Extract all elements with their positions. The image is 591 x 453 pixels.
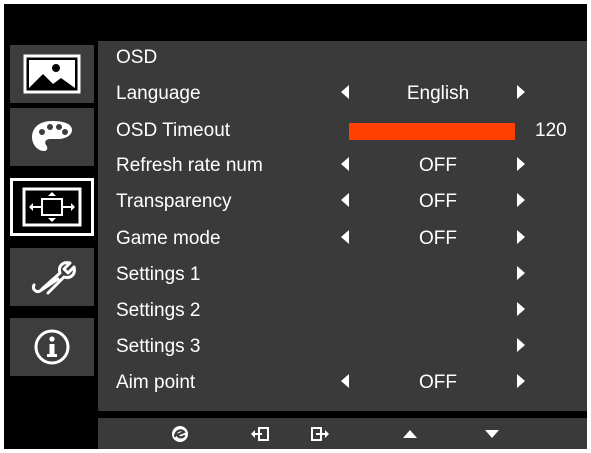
picture-icon [23,54,81,94]
row-settings-1[interactable]: Settings 1 [98,258,587,292]
row-aim-point[interactable]: Aim point OFF [98,366,587,400]
refresh-rate-value: OFF [419,155,457,176]
transparency-right-arrow-icon[interactable] [517,193,525,207]
function-key-bar [98,418,587,449]
refresh-rate-left-arrow-icon[interactable] [341,157,349,171]
game-mode-right-arrow-icon[interactable] [517,230,525,244]
palette-icon [32,121,72,151]
down-icon [485,430,499,438]
game-mode-value: OFF [419,228,457,249]
osd-timeout-slider[interactable] [349,123,515,140]
row-osd-timeout[interactable]: OSD Timeout 120 [98,114,587,148]
tab-osd[interactable] [10,178,94,236]
up-button[interactable] [398,423,422,445]
row-settings-3[interactable]: Settings 3 [98,330,587,364]
settings-1-right-arrow-icon[interactable] [517,266,525,280]
settings-2-right-arrow-icon[interactable] [517,302,525,316]
transparency-value: OFF [419,191,457,212]
tab-settings[interactable] [10,248,94,306]
monitor-osd-screen: OSD Language English OSD Timeout 120 Ref… [0,0,591,453]
menu-title-row: OSD [98,41,587,75]
menu-title: OSD [116,47,158,68]
empowering-button[interactable] [168,423,192,445]
osd-settings-icon [22,187,82,227]
settings-3-label: Settings 3 [116,336,201,357]
osd-timeout-slider-fill [349,123,515,140]
aim-point-left-arrow-icon[interactable] [341,374,349,388]
aim-point-label: Aim point [116,372,196,393]
game-mode-label: Game mode [116,228,221,249]
row-language[interactable]: Language English [98,77,587,111]
exit-button[interactable] [248,423,272,445]
osd-timeout-value: 120 [535,120,567,141]
osd-menu-panel: OSD Language English OSD Timeout 120 Ref… [98,41,587,411]
wrench-icon [32,261,76,295]
row-settings-2[interactable]: Settings 2 [98,294,587,328]
refresh-rate-right-arrow-icon[interactable] [517,157,525,171]
exit-icon [251,427,269,441]
language-label: Language [116,83,201,104]
tab-picture[interactable] [10,45,94,103]
enter-button[interactable] [308,423,332,445]
language-value: English [406,83,470,104]
settings-2-label: Settings 2 [116,300,201,321]
settings-1-label: Settings 1 [116,264,201,285]
osd-window: OSD Language English OSD Timeout 120 Ref… [4,4,587,449]
tab-color[interactable] [10,108,94,166]
info-icon [34,329,70,365]
aim-point-right-arrow-icon[interactable] [517,374,525,388]
empowering-icon [172,426,188,442]
tab-information[interactable] [10,318,94,376]
osd-timeout-label: OSD Timeout [116,120,231,141]
aim-point-value: OFF [419,372,457,393]
refresh-rate-label: Refresh rate num [116,155,263,176]
up-icon [403,430,417,438]
transparency-label: Transparency [116,191,232,212]
row-game-mode[interactable]: Game mode OFF [98,222,587,256]
transparency-left-arrow-icon[interactable] [341,193,349,207]
settings-3-right-arrow-icon[interactable] [517,338,525,352]
row-refresh-rate-num[interactable]: Refresh rate num OFF [98,149,587,183]
language-left-arrow-icon[interactable] [341,85,349,99]
row-transparency[interactable]: Transparency OFF [98,185,587,219]
language-right-arrow-icon[interactable] [517,85,525,99]
down-button[interactable] [480,423,504,445]
game-mode-left-arrow-icon[interactable] [341,230,349,244]
enter-icon [311,427,329,441]
